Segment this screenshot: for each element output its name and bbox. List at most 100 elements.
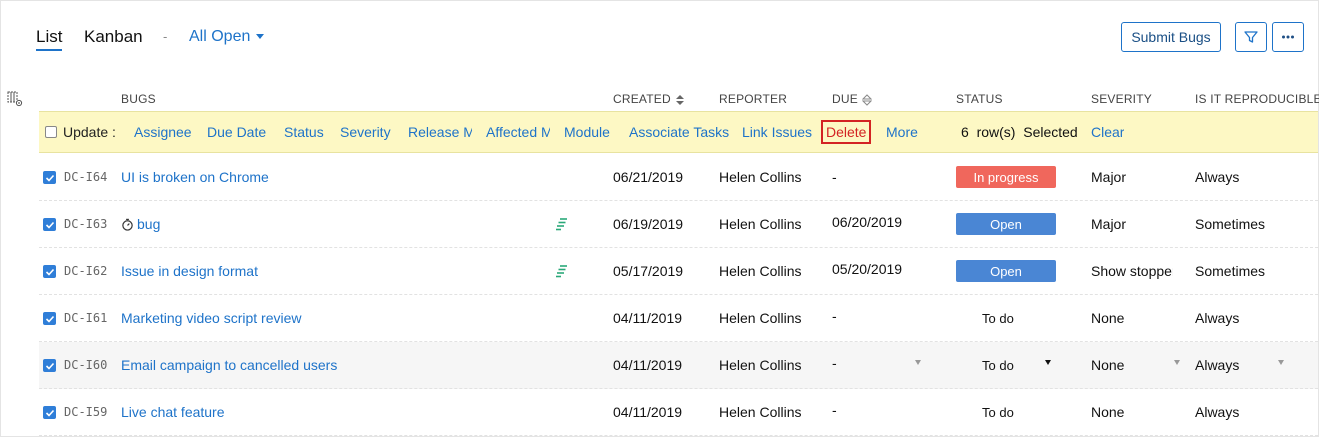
update-label: Update : (63, 124, 116, 140)
more-actions-button[interactable]: More (886, 124, 918, 140)
due-date[interactable]: - (832, 402, 837, 418)
update-module-button[interactable]: Module (564, 124, 610, 140)
status-badge[interactable]: Open (956, 213, 1056, 235)
table-row[interactable]: DC-I61 Marketing video script review 04/… (39, 295, 1318, 342)
submit-bugs-button[interactable]: Submit Bugs (1121, 22, 1221, 52)
column-header-bugs[interactable]: BUGS (121, 92, 156, 106)
created-date: 04/11/2019 (613, 357, 683, 373)
link-issues-button[interactable]: Link Issues (742, 124, 812, 140)
bug-title-link[interactable]: Email campaign to cancelled users (121, 357, 337, 373)
update-release-milestone-button[interactable]: Release M (408, 124, 472, 140)
row-checkbox[interactable] (43, 406, 56, 419)
column-header-status[interactable]: STATUS (956, 92, 1003, 106)
table-row[interactable]: DC-I60 Email campaign to cancelled users… (39, 342, 1318, 389)
due-date[interactable]: - (832, 169, 837, 185)
due-date[interactable]: - (832, 308, 837, 324)
ellipsis-icon (1282, 35, 1294, 39)
bug-title-link[interactable]: Issue in design format (121, 263, 258, 279)
row-checkbox[interactable] (43, 265, 56, 278)
status-value[interactable]: To do (982, 405, 1014, 420)
select-all-checkbox[interactable] (45, 126, 57, 138)
update-due-date-button[interactable]: Due Date (207, 124, 266, 140)
bug-title-link[interactable]: Marketing video script review (121, 310, 302, 326)
timer-icon (122, 218, 133, 231)
associate-tasks-button[interactable]: Associate Tasks (629, 124, 729, 140)
view-separator: - (163, 29, 168, 44)
severity-value[interactable]: Show stopper (1091, 263, 1173, 279)
bug-id: DC-I63 (64, 217, 108, 231)
due-date[interactable]: - (832, 355, 837, 371)
bug-id: DC-I60 (64, 358, 108, 372)
status-badge[interactable]: In progress (956, 166, 1056, 188)
table-row[interactable]: DC-I64 UI is broken on Chrome 06/21/2019… (39, 154, 1318, 201)
top-toolbar: List Kanban - All Open Submit Bugs (1, 1, 1318, 81)
reporter-name: Helen Collins (719, 310, 802, 326)
severity-value[interactable]: None (1091, 310, 1173, 326)
column-header-reproducible[interactable]: IS IT REPRODUCIBLE (1195, 92, 1319, 106)
severity-value[interactable]: None (1091, 357, 1173, 373)
table-row[interactable]: DC-I59 Live chat feature 04/11/2019 Hele… (39, 389, 1318, 436)
reporter-name: Helen Collins (719, 404, 802, 420)
row-checkbox[interactable] (43, 312, 56, 325)
status-value[interactable]: To do (982, 311, 1014, 326)
column-settings-icon[interactable] (7, 91, 23, 107)
reproducible-value[interactable]: Always (1195, 169, 1239, 185)
reproducible-value[interactable]: Sometimes (1195, 216, 1265, 232)
checkmark-icon (45, 409, 54, 417)
reproducible-value[interactable]: Sometimes (1195, 263, 1265, 279)
sort-icon (675, 94, 684, 105)
update-status-button[interactable]: Status (284, 124, 324, 140)
column-header-created[interactable]: CREATED (613, 92, 685, 106)
severity-dropdown-icon[interactable] (1174, 360, 1180, 365)
bug-id: DC-I61 (64, 311, 108, 325)
reporter-name: Helen Collins (719, 216, 802, 232)
severity-value[interactable]: None (1091, 404, 1173, 420)
view-filter-dropdown[interactable]: All Open (189, 28, 265, 46)
bug-id: DC-I62 (64, 264, 108, 278)
due-date[interactable]: 06/20/2019 (832, 214, 902, 230)
column-header-reporter[interactable]: REPORTER (719, 92, 787, 106)
reproducible-value[interactable]: Always (1195, 310, 1239, 326)
update-affected-milestone-button[interactable]: Affected M (486, 124, 550, 140)
table-row[interactable]: DC-I63 bug 06/19/2019 Helen Collins 06/2… (39, 201, 1318, 248)
due-dropdown-icon[interactable] (915, 360, 921, 365)
row-checkbox[interactable] (43, 359, 56, 372)
column-header-due[interactable]: DUE (832, 92, 872, 106)
progress-lines-icon[interactable] (555, 217, 569, 231)
table-header: BUGS CREATED REPORTER DUE STATUS SEVERIT… (39, 87, 1319, 111)
reproducible-dropdown-icon[interactable] (1278, 360, 1284, 365)
created-date: 06/21/2019 (613, 169, 684, 185)
sort-icon (861, 94, 872, 106)
delete-button[interactable]: Delete (821, 120, 872, 144)
tab-kanban[interactable]: Kanban (84, 27, 143, 47)
clear-selection-button[interactable]: Clear (1091, 124, 1124, 140)
severity-value[interactable]: Major (1091, 216, 1173, 232)
reproducible-value[interactable]: Always (1195, 404, 1239, 420)
checkmark-icon (45, 315, 54, 323)
created-date: 05/17/2019 (613, 263, 684, 279)
status-value[interactable]: To do (982, 358, 1014, 373)
tab-list[interactable]: List (36, 27, 63, 51)
column-header-severity[interactable]: SEVERITY (1091, 92, 1152, 106)
column-header-due-label: DUE (832, 92, 858, 106)
column-header-created-label: CREATED (613, 92, 671, 106)
created-date: 04/11/2019 (613, 404, 683, 420)
status-dropdown-icon[interactable] (1045, 360, 1051, 365)
update-severity-button[interactable]: Severity (340, 124, 391, 140)
row-checkbox[interactable] (43, 218, 56, 231)
bug-title-link[interactable]: bug (137, 216, 160, 232)
table-row[interactable]: DC-I62 Issue in design format 05/17/2019… (39, 248, 1318, 295)
reporter-name: Helen Collins (719, 169, 802, 185)
reproducible-value[interactable]: Always (1195, 357, 1239, 373)
filter-button[interactable] (1235, 22, 1267, 52)
more-options-button[interactable] (1272, 22, 1304, 52)
severity-value[interactable]: Major (1091, 169, 1173, 185)
progress-lines-icon[interactable] (555, 264, 569, 278)
status-badge[interactable]: Open (956, 260, 1056, 282)
bug-title-link[interactable]: UI is broken on Chrome (121, 169, 269, 185)
due-date[interactable]: 05/20/2019 (832, 261, 902, 277)
row-checkbox[interactable] (43, 171, 56, 184)
update-assignee-button[interactable]: Assignee (134, 124, 192, 140)
bug-title-link[interactable]: Live chat feature (121, 404, 225, 420)
chevron-down-icon (256, 34, 265, 40)
